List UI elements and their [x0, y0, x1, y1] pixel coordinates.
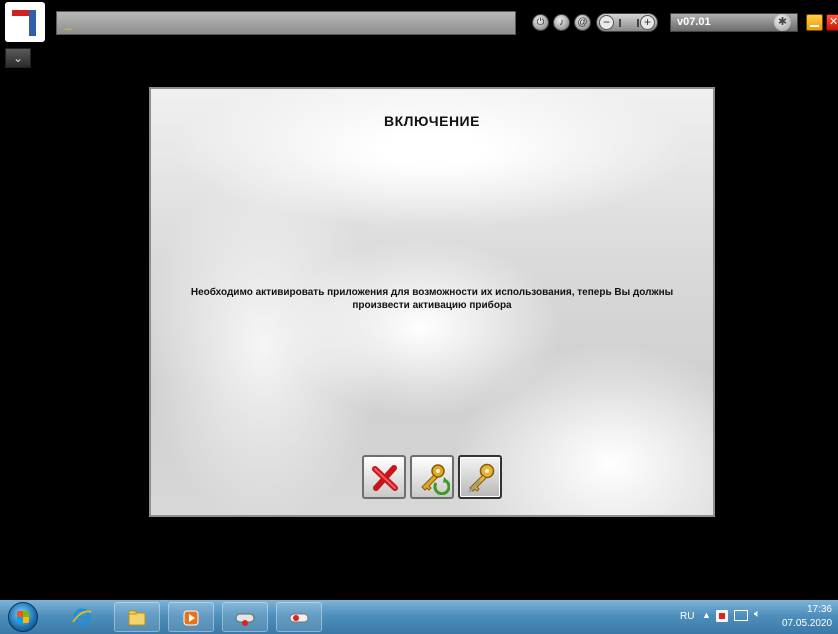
- screen: _ ⏻ ♪ @ − + v07.01 ✱ ✕ ⌄ ВКЛЮЧЕНИЕ Необх…: [0, 0, 838, 634]
- activate-key-button[interactable]: [458, 455, 502, 499]
- toggle-app-button[interactable]: [276, 602, 322, 632]
- media-player-button[interactable]: [168, 602, 214, 632]
- diagnostic-app-icon: [235, 613, 255, 626]
- media-player-icon: [183, 610, 199, 626]
- red-x-icon: [372, 465, 398, 491]
- system-tray: RU ▲ 🔈︎ 17:36 07.05.2020: [676, 600, 838, 634]
- close-button[interactable]: ✕: [826, 14, 838, 31]
- folder-icon: [128, 610, 146, 626]
- speaker-icon[interactable]: 🔈︎: [754, 608, 761, 621]
- expand-chevron-icon[interactable]: ⌄: [5, 48, 31, 68]
- internet-explorer-button[interactable]: [60, 602, 106, 632]
- volume-icon[interactable]: ♪: [553, 14, 570, 31]
- version-label: v07.01: [677, 16, 711, 28]
- volume-level-bars: [619, 19, 639, 27]
- volume-control[interactable]: − +: [596, 13, 658, 32]
- toggle-app-icon: [289, 613, 309, 623]
- dialog-message: Необходимо активировать приложения для в…: [190, 287, 674, 311]
- action-center-flag-icon[interactable]: [716, 610, 728, 622]
- volume-down-button[interactable]: −: [599, 15, 614, 30]
- version-field: v07.01 ✱: [670, 13, 798, 32]
- show-hidden-icons-icon[interactable]: ▲: [702, 610, 711, 620]
- network-icon[interactable]: [734, 610, 748, 621]
- minimize-button[interactable]: [806, 14, 823, 31]
- language-indicator[interactable]: RU: [680, 611, 694, 622]
- app-logo[interactable]: [5, 2, 45, 42]
- power-icon[interactable]: ⏻: [532, 14, 549, 31]
- taskbar: RU ▲ 🔈︎ 17:36 07.05.2020: [0, 600, 838, 634]
- internet-explorer-icon: [72, 608, 92, 626]
- dialog-title: ВКЛЮЧЕНИЕ: [384, 113, 480, 129]
- activate-online-button[interactable]: [410, 455, 454, 499]
- volume-up-button[interactable]: +: [640, 15, 655, 30]
- clock-time[interactable]: 17:36: [792, 604, 832, 615]
- key-refresh-icon: [421, 464, 450, 495]
- clock-date[interactable]: 07.05.2020: [782, 618, 832, 629]
- gear-icon[interactable]: ✱: [774, 14, 791, 31]
- logo-blue-bar: [29, 10, 36, 36]
- cancel-button[interactable]: [362, 455, 406, 499]
- activation-dialog: ВКЛЮЧЕНИЕ Необходимо активировать прилож…: [149, 87, 715, 517]
- diagnostic-app-button[interactable]: [222, 602, 268, 632]
- settings-icon[interactable]: @: [574, 14, 591, 31]
- dialog-actions: [151, 455, 713, 503]
- key-icon: [468, 463, 495, 493]
- file-explorer-button[interactable]: [114, 602, 160, 632]
- top-bar: _ ⏻ ♪ @ − + v07.01 ✱ ✕: [0, 0, 838, 46]
- title-field: _: [56, 11, 516, 35]
- windows-logo-icon: [17, 611, 29, 623]
- start-button[interactable]: [8, 602, 38, 632]
